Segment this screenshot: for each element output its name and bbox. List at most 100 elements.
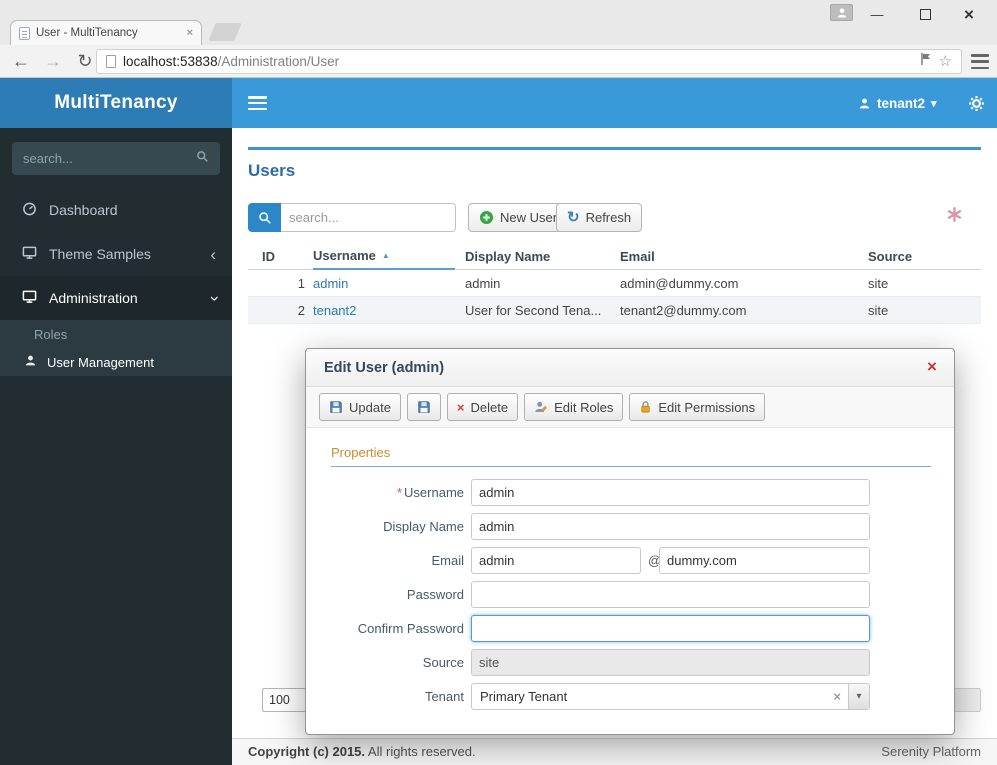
field-username: *Username [326, 479, 936, 506]
bookmark-star-icon[interactable]: ☆ [939, 54, 952, 69]
email-user-input[interactable] [471, 547, 641, 574]
chevron-down-icon: ‹ [205, 295, 222, 301]
field-email: Email @ [326, 547, 936, 574]
dialog-close-icon[interactable]: × [922, 357, 942, 377]
reload-button[interactable]: ↻ [72, 45, 98, 77]
back-button[interactable]: ← [8, 45, 34, 77]
field-tenant: Tenant Primary Tenant × ▾ [326, 683, 936, 710]
forward-button[interactable]: → [40, 45, 66, 77]
sidebar-item-roles[interactable]: Roles [0, 320, 232, 348]
required-asterisk: * [397, 485, 402, 500]
confirm-password-input[interactable] [471, 615, 870, 642]
grid-search-input[interactable] [281, 203, 456, 232]
delete-button[interactable]: × Delete [447, 393, 518, 421]
app-header: MultiTenancy tenant2 ▾ [0, 78, 997, 128]
column-header-id[interactable]: ID [262, 249, 275, 264]
grid-search-button[interactable] [248, 203, 281, 232]
browser-tab[interactable]: User - MultiTenancy × [10, 20, 202, 45]
sidebar-item-administration[interactable]: Administration ‹ [0, 276, 232, 320]
cell-username-link[interactable]: admin [313, 276, 348, 291]
profile-icon[interactable] [830, 4, 853, 21]
sidebar-item-dashboard[interactable]: Dashboard [0, 188, 232, 232]
edit-roles-button[interactable]: Edit Roles [524, 393, 623, 421]
table-row[interactable]: 2 tenant2 User for Second Tena... tenant… [248, 297, 981, 324]
tenant-dropdown-button[interactable]: ▾ [848, 684, 869, 709]
source-label: Source [326, 649, 464, 676]
caret-down-icon: ▾ [931, 97, 937, 110]
tab-close-icon[interactable]: × [187, 27, 193, 39]
refresh-grid-button[interactable]: ↻ Refresh [556, 203, 642, 232]
minimize-button[interactable]: — [862, 3, 892, 26]
field-password: Password [326, 581, 936, 608]
platform-text: Serenity Platform [881, 739, 981, 764]
field-display-name: Display Name [326, 513, 936, 540]
plus-circle-icon [479, 210, 494, 225]
sidebar-item-user-management[interactable]: User Management [0, 348, 232, 376]
user-menu[interactable]: tenant2 ▾ [858, 78, 937, 128]
page-size-value: 100 [269, 693, 290, 707]
dialog-toolbar: Update × Delete Edit Roles Edit Permissi… [306, 387, 954, 428]
display-name-input[interactable] [471, 513, 870, 540]
password-input[interactable] [471, 581, 870, 608]
cell-source: site [868, 303, 888, 318]
tenant-select[interactable]: Primary Tenant × ▾ [471, 683, 870, 710]
refresh-label: Refresh [586, 210, 632, 225]
close-button[interactable]: × [954, 3, 984, 26]
user-management-icon [24, 354, 37, 370]
search-icon[interactable] [196, 150, 209, 168]
app-brand[interactable]: MultiTenancy [0, 78, 232, 128]
search-icon [258, 211, 272, 225]
sidebar-search[interactable] [12, 142, 220, 175]
new-user-button[interactable]: New User [468, 203, 568, 232]
tab-title: User - MultiTenancy [36, 27, 181, 39]
edit-permissions-label: Edit Permissions [658, 400, 755, 415]
column-header-username[interactable]: Username ▲ [313, 243, 455, 270]
tenant-value: Primary Tenant [480, 684, 567, 709]
maximize-button[interactable] [910, 3, 940, 26]
lock-icon [639, 400, 652, 414]
edit-user-dialog: Edit User (admin) × Update × Delete Edit… [305, 348, 955, 735]
person-icon [836, 7, 848, 19]
username-input[interactable] [471, 479, 870, 506]
cell-source: site [868, 276, 888, 291]
cell-display-name: admin [465, 276, 500, 291]
column-header-label: Username [313, 248, 376, 263]
address-bar[interactable]: localhost:53838/Administration/User ☆ [96, 49, 962, 74]
cell-id: 2 [248, 303, 305, 318]
sidebar-toggle-icon[interactable] [248, 96, 267, 110]
table-row[interactable]: 1 admin admin admin@dummy.com site [248, 270, 981, 297]
grid-header: ID Username ▲ Display Name Email Source [248, 243, 981, 270]
column-header-display-name[interactable]: Display Name [465, 249, 550, 264]
sidebar-search-input[interactable] [23, 151, 196, 166]
update-button[interactable]: Update [319, 393, 401, 421]
column-header-source[interactable]: Source [868, 249, 912, 264]
caret-down-icon: ▾ [856, 691, 861, 702]
sidebar-item-theme-samples[interactable]: Theme Samples ‹ [0, 232, 232, 276]
dashboard-icon [22, 201, 37, 219]
clear-icon[interactable]: × [833, 684, 841, 709]
source-input [471, 649, 870, 676]
sort-asc-icon: ▲ [382, 251, 390, 260]
footer: Copyright (c) 2015. All rights reserved.… [232, 738, 997, 765]
field-confirm-password: Confirm Password [326, 615, 936, 642]
cell-username-link[interactable]: tenant2 [313, 303, 356, 318]
new-tab-button[interactable] [208, 23, 241, 41]
column-header-email[interactable]: Email [620, 249, 655, 264]
dialog-header[interactable]: Edit User (admin) × [306, 349, 954, 387]
email-domain-input[interactable] [659, 547, 870, 574]
page-size-select[interactable]: 100 [262, 688, 306, 712]
sidebar: Dashboard Theme Samples ‹ Administration… [0, 128, 232, 765]
settings-gear-icon[interactable] [956, 78, 996, 128]
apply-changes-button[interactable] [407, 393, 441, 421]
confirm-password-label: Confirm Password [326, 615, 464, 642]
edit-permissions-button[interactable]: Edit Permissions [629, 393, 765, 421]
flag-icon[interactable] [920, 52, 932, 71]
cell-email: admin@dummy.com [620, 276, 738, 291]
sidebar-item-label: Dashboard [49, 202, 216, 218]
page-icon [106, 55, 116, 68]
delete-icon: × [457, 401, 465, 414]
grid-options-icon[interactable] [946, 206, 966, 226]
browser-menu-icon[interactable] [971, 54, 989, 69]
update-label: Update [349, 400, 391, 415]
page-title: Users [248, 161, 295, 181]
